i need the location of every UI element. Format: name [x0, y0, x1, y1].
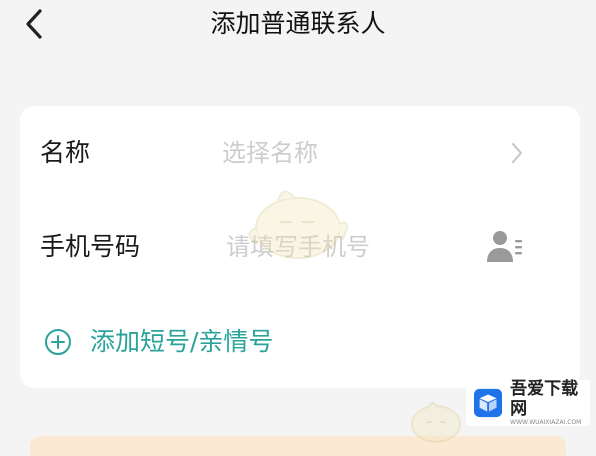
phone-row: 手机号码: [0, 212, 560, 282]
chevron-right-icon: [512, 143, 522, 163]
name-select-field[interactable]: [222, 136, 482, 170]
add-short-number-label: 添加短号/亲情号: [90, 327, 274, 356]
page-title: 添加普通联系人: [210, 9, 386, 38]
phone-label: 手机号码: [40, 232, 141, 261]
contact-picker-icon[interactable]: [484, 228, 524, 264]
name-label: 名称: [40, 138, 91, 167]
watermark-subtitle: WWW.WUAIXIAZAI.COM: [510, 419, 582, 426]
name-row[interactable]: 名称: [0, 120, 560, 190]
site-watermark: 吾爱下载网 WWW.WUAIXIAZAI.COM: [466, 379, 590, 426]
top-bar: 添加普通联系人: [0, 0, 596, 60]
phone-input[interactable]: [226, 230, 486, 264]
cube-logo-icon: [474, 388, 503, 418]
plus-circle-icon: [45, 329, 71, 355]
bottom-action-bar[interactable]: [30, 436, 566, 456]
add-short-number-link[interactable]: 添加短号/亲情号: [44, 322, 273, 362]
watermark-title: 吾爱下载网: [510, 379, 579, 419]
